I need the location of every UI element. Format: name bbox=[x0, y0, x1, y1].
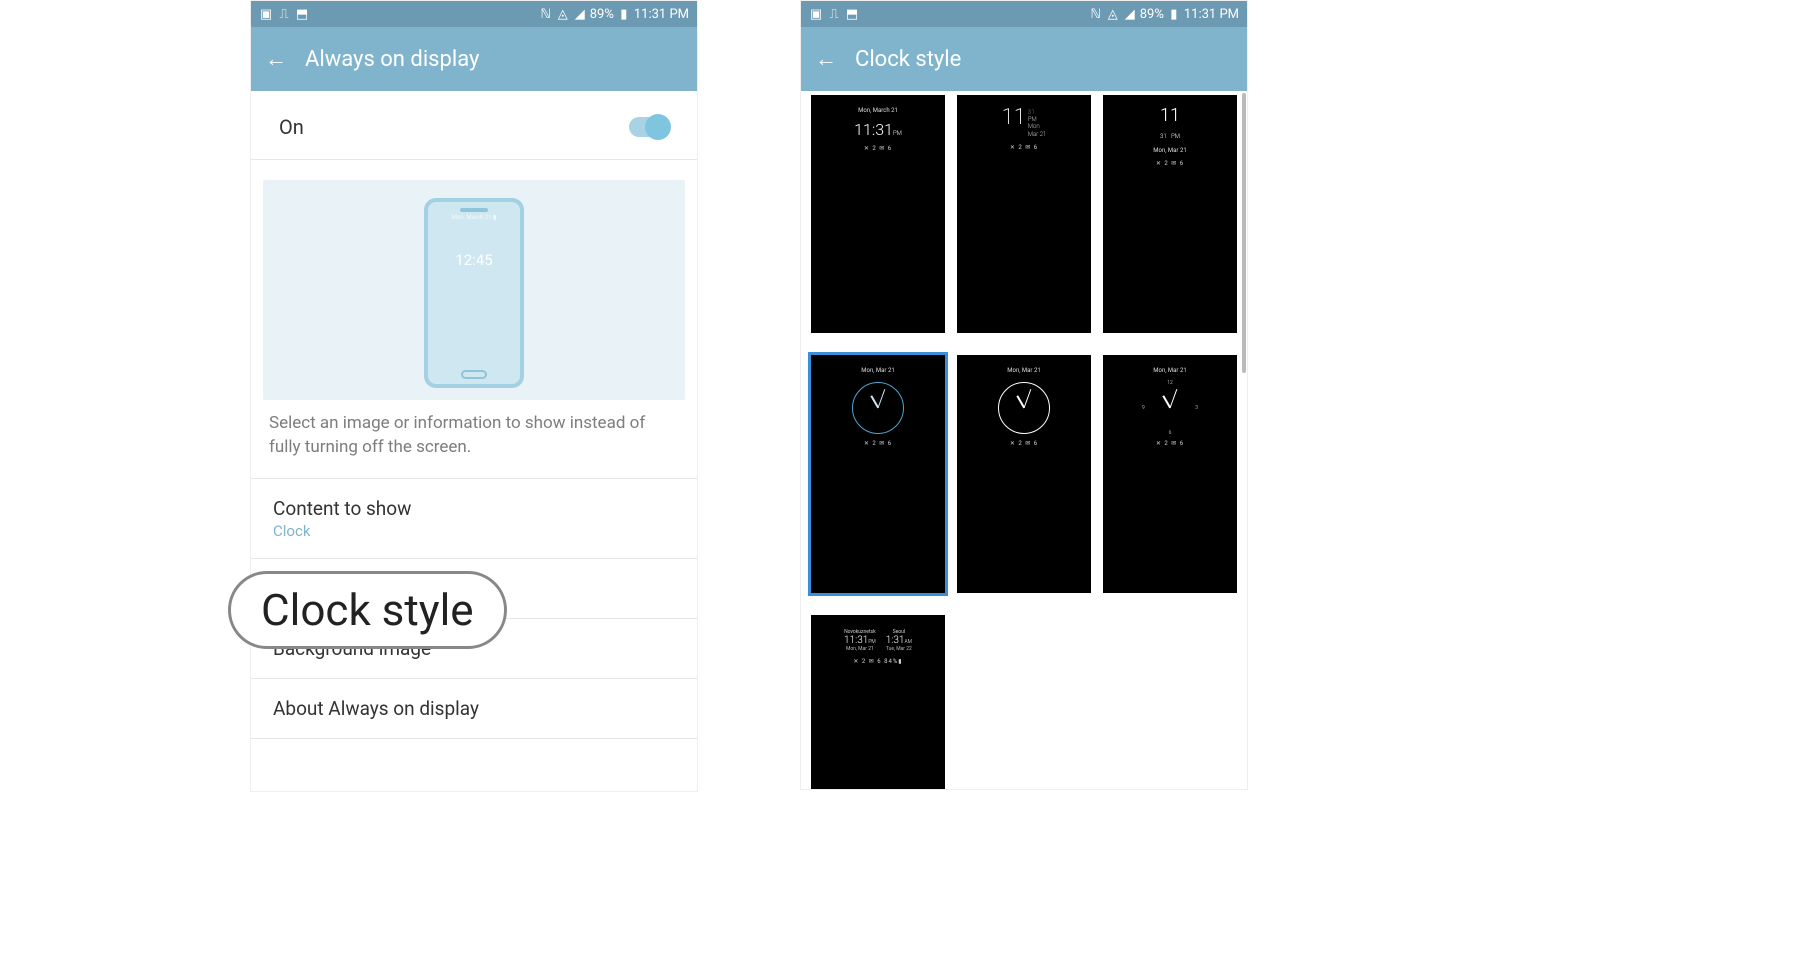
clock-tile-world-clock[interactable]: Novokuznetsk 11:31PM Mon, Mar 21 Seoul 1… bbox=[811, 615, 945, 789]
aod-toggle-row[interactable]: On bbox=[251, 91, 697, 160]
clock-tile-analog-blue[interactable]: Mon, Mar 21 ✕ 2 ✉ 6 bbox=[811, 355, 945, 593]
time-1: 11:31PM bbox=[844, 635, 876, 646]
status-bar: ▣ ⎍ ⬒ ℕ ◬ ◢ 89% ▮ 11:31 PM bbox=[801, 1, 1247, 27]
page-title: Clock style bbox=[855, 47, 961, 72]
tile-status-icons: ✕ 2 ✉ 6 bbox=[864, 440, 892, 447]
usb-icon: ⎍ bbox=[277, 7, 291, 21]
analog-clock-icon bbox=[852, 382, 904, 434]
analog-clock-icon: 12 3 6 9 bbox=[1144, 382, 1196, 434]
content-value: Clock bbox=[273, 522, 675, 540]
content-to-show-row[interactable]: Content to show Clock bbox=[251, 479, 697, 559]
preview-time: 12:45 bbox=[455, 251, 492, 269]
clock-tile-digital-stacked[interactable]: 11 31 PM Mon, Mar 21 ✕ 2 ✉ 6 bbox=[1103, 95, 1237, 333]
preview-card: Mon, March 21 ▮ 12:45 bbox=[263, 180, 685, 400]
time-2: 1:31AM bbox=[886, 635, 912, 646]
tile-status-icons: ✕ 2 ✉ 6 bbox=[1156, 160, 1184, 167]
status-time: 11:31 PM bbox=[634, 7, 689, 22]
signal-icon: ◢ bbox=[1123, 7, 1137, 21]
phone-right-clock-style: ▣ ⎍ ⬒ ℕ ◬ ◢ 89% ▮ 11:31 PM ← Clock style… bbox=[800, 0, 1248, 790]
page-title: Always on display bbox=[305, 47, 479, 72]
status-right-icons: ℕ ◬ ◢ 89% ▮ 11:31 PM bbox=[539, 7, 689, 22]
battery-icon: ▮ bbox=[617, 7, 631, 21]
tile-status-icons: ✕ 2 ✉ 6 bbox=[1010, 440, 1038, 447]
back-arrow-icon[interactable]: ← bbox=[815, 46, 837, 72]
toggle-label: On bbox=[279, 115, 304, 139]
tile-date: Mon, Mar 21 bbox=[1153, 147, 1186, 154]
scrollbar[interactable] bbox=[1242, 93, 1246, 373]
preview-date: Mon, March 21 ▮ bbox=[452, 214, 497, 221]
world-clock-cols: Novokuznetsk 11:31PM Mon, Mar 21 Seoul 1… bbox=[840, 629, 916, 652]
tile-status-icons: ✕ 2 ✉ 6 bbox=[864, 145, 892, 152]
clock-style-callout: Clock style bbox=[228, 571, 507, 649]
download-icon: ⬒ bbox=[295, 7, 309, 21]
clock-style-grid: Mon, March 21 11:31PM ✕ 2 ✉ 6 11 31 PM M… bbox=[801, 91, 1247, 789]
tile-minute: 31 PM bbox=[1160, 122, 1180, 143]
status-time: 11:31 PM bbox=[1184, 7, 1239, 22]
download-icon: ⬒ bbox=[845, 7, 859, 21]
clock-tile-analog-simple[interactable]: Mon, Mar 21 ✕ 2 ✉ 6 bbox=[957, 355, 1091, 593]
date-2: Tue, Mar 22 bbox=[886, 646, 912, 652]
wifi-icon: ◬ bbox=[1106, 7, 1120, 21]
app-bar: ← Clock style bbox=[801, 27, 1247, 91]
clock-tile-digital-classic[interactable]: Mon, March 21 11:31PM ✕ 2 ✉ 6 bbox=[811, 95, 945, 333]
status-bar: ▣ ⎍ ⬒ ℕ ◬ ◢ 89% ▮ 11:31 PM bbox=[251, 1, 697, 27]
tile-date: Mon, Mar 21 bbox=[861, 367, 894, 374]
tile-status-icons: ✕ 2 ✉ 6 bbox=[1010, 144, 1038, 151]
tile-status-icons: ✕ 2 ✉ 6 84%▮ bbox=[853, 658, 902, 665]
content-label: Content to show bbox=[273, 497, 675, 520]
clock-tile-digital-side[interactable]: 11 31 PM Mon Mar 21 ✕ 2 ✉ 6 bbox=[957, 95, 1091, 333]
city-2: Seoul bbox=[886, 629, 912, 635]
status-right-icons: ℕ ◬ ◢ 89% ▮ 11:31 PM bbox=[1089, 7, 1239, 22]
phone-left-aod-settings: ▣ ⎍ ⬒ ℕ ◬ ◢ 89% ▮ 11:31 PM ← Always on d… bbox=[250, 0, 698, 792]
about-aod-row[interactable]: About Always on display bbox=[251, 679, 697, 739]
status-left-icons: ▣ ⎍ ⬒ bbox=[259, 7, 309, 21]
phone-preview-icon: Mon, March 21 ▮ 12:45 bbox=[424, 198, 524, 388]
tile-status-icons: ✕ 2 ✉ 6 bbox=[1156, 440, 1184, 447]
toggle-switch[interactable] bbox=[629, 117, 669, 137]
date-1: Mon, Mar 21 bbox=[844, 646, 876, 652]
analog-clock-icon bbox=[998, 382, 1050, 434]
clock-tile-analog-numbered[interactable]: Mon, Mar 21 12 3 6 9 ✕ 2 ✉ 6 bbox=[1103, 355, 1237, 593]
image-icon: ▣ bbox=[809, 7, 823, 21]
tile-time: 11 31 PM Mon Mar 21 bbox=[1002, 105, 1047, 138]
back-arrow-icon[interactable]: ← bbox=[265, 46, 287, 72]
signal-icon: ◢ bbox=[573, 7, 587, 21]
image-icon: ▣ bbox=[259, 7, 273, 21]
tile-time: 11:31PM bbox=[854, 120, 902, 139]
battery-icon: ▮ bbox=[1167, 7, 1181, 21]
tile-date: Mon, March 21 bbox=[858, 107, 898, 114]
usb-icon: ⎍ bbox=[827, 7, 841, 21]
description-text: Select an image or information to show i… bbox=[251, 400, 697, 479]
nfc-icon: ℕ bbox=[1089, 7, 1103, 21]
tile-date: Mon, Mar 21 bbox=[1153, 367, 1186, 374]
status-left-icons: ▣ ⎍ ⬒ bbox=[809, 7, 859, 21]
battery-percent: 89% bbox=[590, 7, 614, 22]
wifi-icon: ◬ bbox=[556, 7, 570, 21]
about-label: About Always on display bbox=[273, 697, 675, 720]
app-bar: ← Always on display bbox=[251, 27, 697, 91]
city-1: Novokuznetsk bbox=[844, 629, 876, 635]
nfc-icon: ℕ bbox=[539, 7, 553, 21]
tile-date: Mon, Mar 21 bbox=[1007, 367, 1040, 374]
battery-percent: 89% bbox=[1140, 7, 1164, 22]
